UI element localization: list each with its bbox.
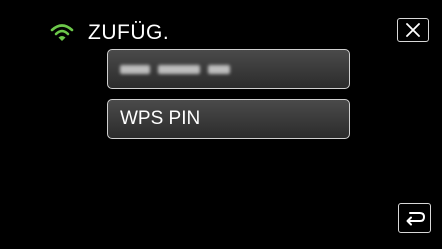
close-icon [406,23,420,37]
close-button[interactable] [397,18,429,42]
masked-text [120,64,230,74]
masked-network-button[interactable] [107,49,350,89]
screen: ZUFÜG. WPS PIN [0,0,442,249]
header: ZUFÜG. [50,18,169,48]
wps-pin-label: WPS PIN [120,108,201,129]
option-list: WPS PIN [107,49,350,149]
wifi-icon [50,24,74,41]
wps-pin-button[interactable]: WPS PIN [107,99,350,139]
return-arrow-icon [406,212,425,226]
back-button[interactable] [398,203,431,233]
page-title: ZUFÜG. [88,21,170,44]
